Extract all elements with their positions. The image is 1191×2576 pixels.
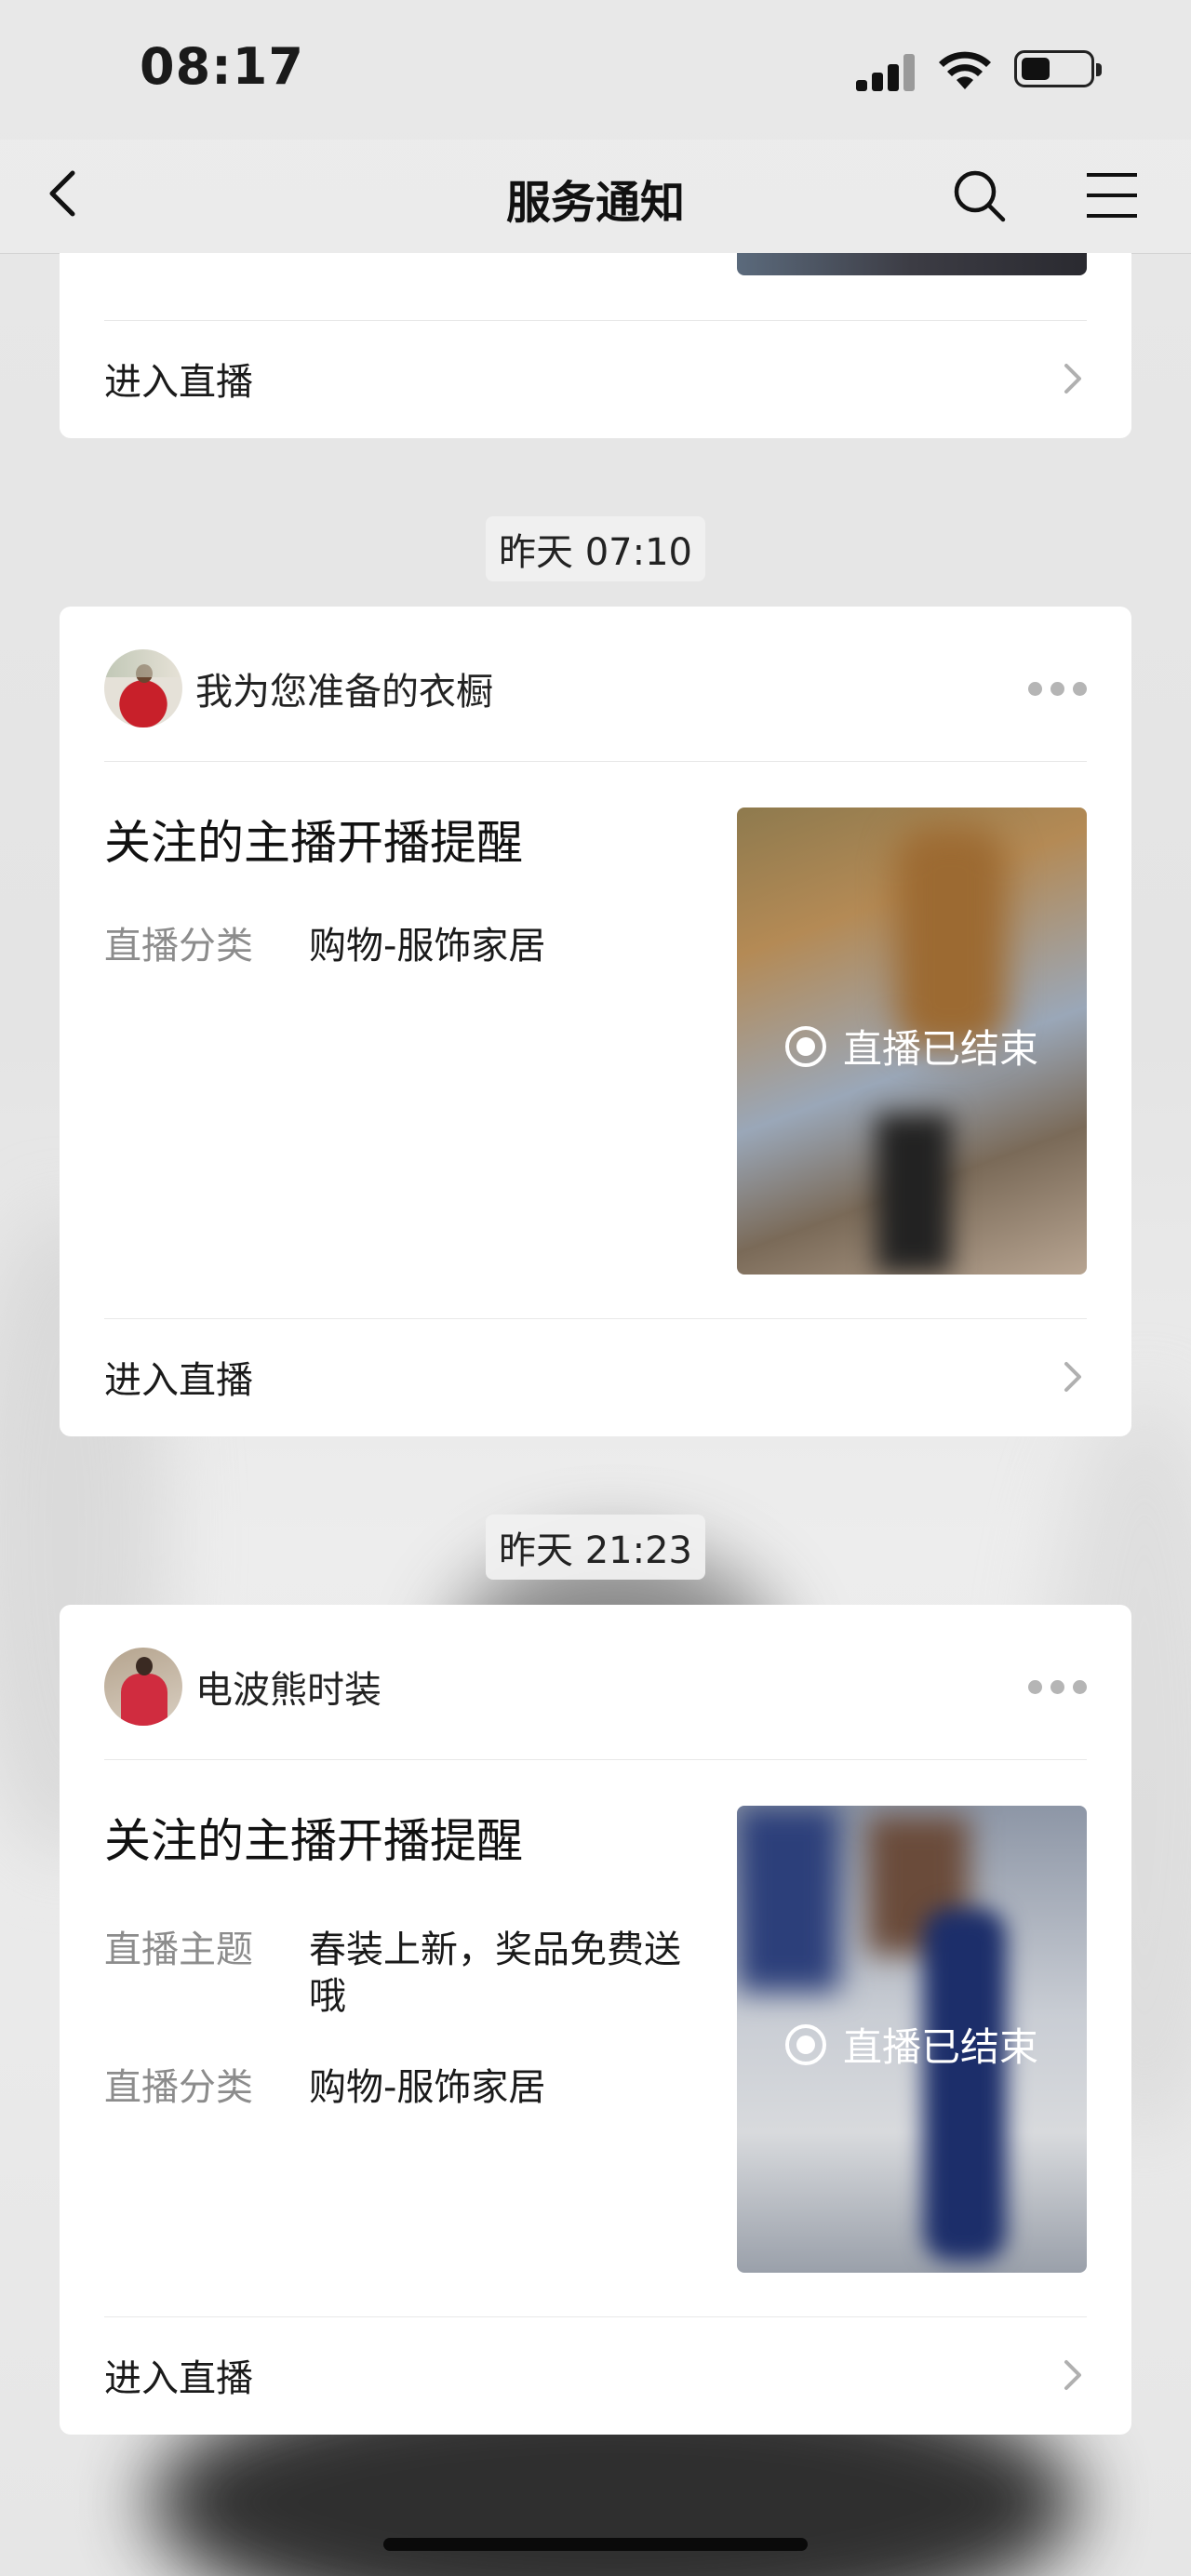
enter-live-button[interactable]: 进入直播 [104,1319,1087,1435]
search-icon[interactable] [949,166,1009,225]
home-indicator[interactable] [383,2538,808,2551]
timestamp: 昨天 21:23 [486,1515,705,1580]
status-time: 08:17 [140,37,304,96]
chevron-right-icon [1064,364,1081,394]
message-title: 关注的主播开播提醒 [104,816,523,870]
field-value: 购物-服饰家居 [309,925,546,968]
field-value: 春装上新，奖品免费送哦 [309,1929,681,2018]
status-bar: 08:17 [0,0,1191,140]
cellular-signal-icon [856,54,916,91]
enter-live-label: 进入直播 [104,1359,253,1402]
live-thumbnail[interactable]: 直播已结束 [737,808,1087,1275]
field-theme: 直播主题 春装上新，奖品免费送哦 [104,1927,700,2020]
live-ended-icon [784,1025,826,1067]
page-title: 服务通知 [505,177,685,229]
field-category: 直播分类 购物-服饰家居 [104,923,700,969]
account-name[interactable]: 我为您准备的衣橱 [195,661,493,715]
navigation-bar: 服务通知 [0,140,1191,254]
field-value: 购物-服饰家居 [309,2066,546,2109]
thumbnail-image [737,253,1087,275]
menu-icon[interactable] [1083,167,1141,223]
live-status-label: 直播已结束 [842,1026,1038,1072]
notification-card: 电波熊时装 关注的主播开播提醒 直播主题 春装上新，奖品免费送哦 直播分类 购物… [60,1605,1131,2435]
field-label: 直播主题 [104,1929,253,1971]
timestamp: 昨天 07:10 [486,516,705,581]
notification-card-partial: 进入直播 [60,253,1131,438]
field-category: 直播分类 购物-服饰家居 [104,2064,700,2111]
avatar [104,1648,182,1726]
more-options-icon[interactable] [1028,681,1087,696]
enter-live-label: 进入直播 [104,361,253,404]
enter-live-label: 进入直播 [104,2357,253,2400]
field-label: 直播分类 [104,2066,253,2109]
live-thumbnail[interactable]: 直播已结束 [737,1806,1087,2273]
enter-live-button[interactable]: 进入直播 [104,2317,1087,2433]
battery-icon [1014,50,1102,87]
chevron-right-icon [1064,2360,1081,2390]
chevron-right-icon [1064,1362,1081,1392]
message-title: 关注的主播开播提醒 [104,1814,523,1868]
wifi-icon [939,51,991,89]
account-name[interactable]: 电波熊时装 [195,1660,381,1714]
notification-card: 我为您准备的衣橱 关注的主播开播提醒 直播分类 购物-服饰家居 直播已结束 进入… [60,607,1131,1436]
live-ended-icon [784,2023,826,2065]
field-label: 直播分类 [104,925,253,968]
live-status-label: 直播已结束 [842,2024,1038,2070]
avatar [104,649,182,727]
more-options-icon[interactable] [1028,1679,1087,1694]
enter-live-button[interactable]: 进入直播 [104,321,1087,436]
